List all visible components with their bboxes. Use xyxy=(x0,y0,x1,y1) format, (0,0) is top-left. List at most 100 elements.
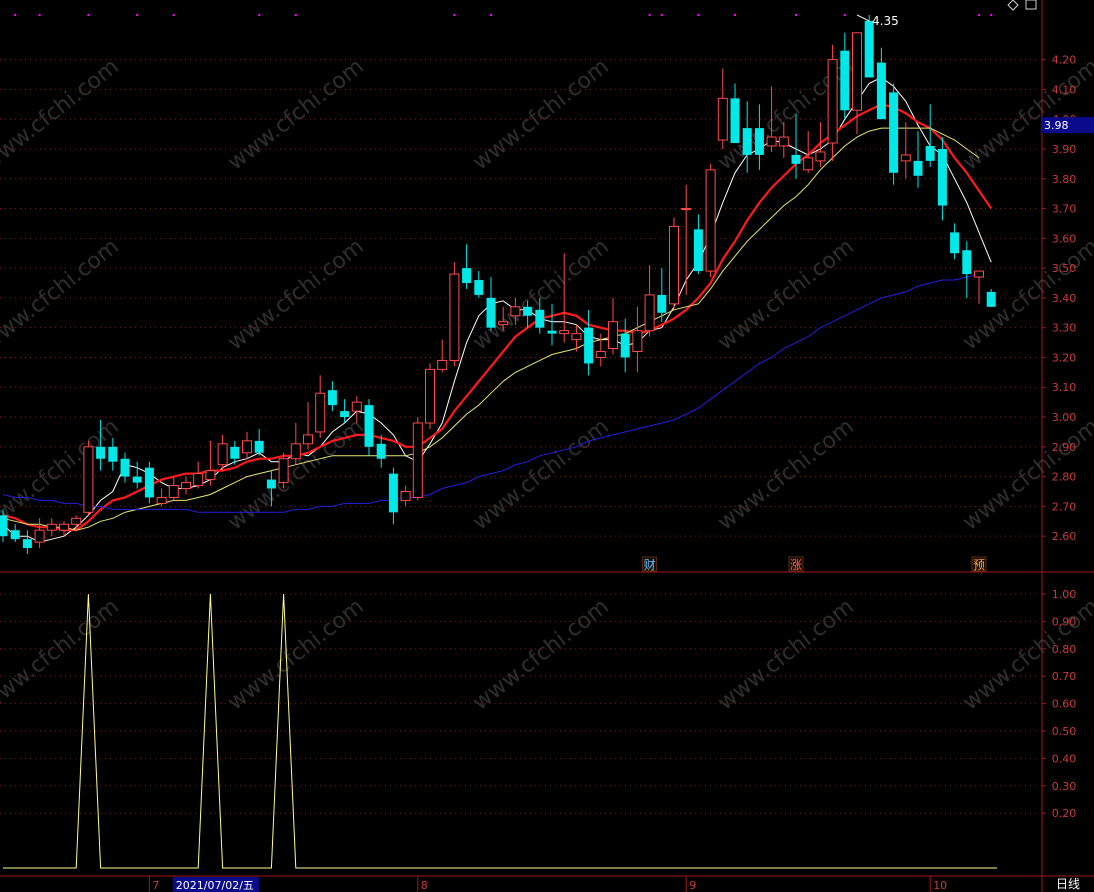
candle[interactable] xyxy=(303,402,313,450)
watermark-text: www.cfchi.com xyxy=(713,234,858,355)
candle-body xyxy=(242,440,252,454)
candle-body xyxy=(632,330,643,353)
top-marker-dot xyxy=(795,14,797,16)
candle[interactable] xyxy=(925,104,935,167)
candle-body xyxy=(168,485,179,498)
watermark-text: www.cfchi.com xyxy=(713,414,858,535)
candle-body xyxy=(681,208,692,211)
candle[interactable] xyxy=(156,488,167,507)
candle[interactable] xyxy=(644,265,655,337)
candle[interactable] xyxy=(974,270,984,304)
top-marker-dot xyxy=(258,14,261,16)
candle[interactable] xyxy=(717,68,728,149)
lock-icon[interactable] xyxy=(1025,0,1037,10)
candle[interactable] xyxy=(205,440,216,486)
candle[interactable] xyxy=(486,277,496,331)
candle-body xyxy=(669,225,679,305)
candle[interactable] xyxy=(754,104,764,170)
candle-body xyxy=(46,523,57,531)
candle[interactable] xyxy=(693,214,703,275)
candle[interactable] xyxy=(22,530,32,555)
candle-body xyxy=(889,92,899,173)
candle[interactable] xyxy=(376,434,386,468)
event-marker-label[interactable]: 预 xyxy=(973,558,985,572)
candle-body xyxy=(156,496,167,504)
candle[interactable] xyxy=(840,32,850,120)
candle[interactable] xyxy=(10,524,20,543)
candle-body xyxy=(120,458,130,477)
candle[interactable] xyxy=(815,122,826,167)
stock-chart[interactable]: www.cfchi.com www.cfchi.com www.cfchi.com w… xyxy=(0,0,1094,892)
candle[interactable] xyxy=(620,318,630,373)
candle[interactable] xyxy=(315,375,326,438)
candle[interactable] xyxy=(986,288,996,307)
candle[interactable] xyxy=(46,518,57,537)
candle-body xyxy=(59,523,69,531)
candle-body xyxy=(10,530,20,540)
candle[interactable] xyxy=(681,184,692,295)
candle[interactable] xyxy=(290,422,301,465)
candle-body xyxy=(376,443,386,459)
candle-body xyxy=(144,467,154,498)
event-marker-label[interactable]: 涨 xyxy=(790,557,802,572)
period-label[interactable]: 日线 xyxy=(1056,877,1080,891)
cursor-date-label[interactable]: 2021/07/02/五 xyxy=(176,879,254,892)
candle-body xyxy=(510,306,521,317)
candle[interactable] xyxy=(400,485,411,507)
candle[interactable] xyxy=(254,428,264,456)
candle[interactable] xyxy=(608,297,618,355)
y-tick-label: 3.30 xyxy=(1052,322,1077,335)
candle[interactable] xyxy=(657,268,667,322)
candle[interactable] xyxy=(144,461,154,504)
candle[interactable] xyxy=(669,217,679,310)
candle-body xyxy=(230,446,240,459)
candle[interactable] xyxy=(584,309,594,376)
top-marker-dot xyxy=(697,14,700,16)
candle[interactable] xyxy=(412,417,423,501)
candle[interactable] xyxy=(83,440,94,516)
candle[interactable] xyxy=(181,476,191,495)
watermark-text: www.cfchi.com xyxy=(0,414,124,535)
candle[interactable] xyxy=(730,83,740,144)
candle[interactable] xyxy=(462,244,472,289)
candle-body xyxy=(778,136,789,147)
candle[interactable] xyxy=(876,47,886,120)
candle[interactable] xyxy=(449,262,460,367)
candle[interactable] xyxy=(425,363,435,429)
candle[interactable] xyxy=(388,467,398,525)
y-tick-label: 3.60 xyxy=(1052,232,1077,245)
candle[interactable] xyxy=(632,306,643,373)
watermark-text: www.cfchi.com xyxy=(223,234,368,355)
diamond-icon[interactable] xyxy=(1007,0,1019,11)
watermark-text: www.cfchi.com xyxy=(223,594,368,715)
candle-body xyxy=(315,392,326,433)
candle[interactable] xyxy=(193,461,204,489)
candle[interactable] xyxy=(547,303,557,346)
candle[interactable] xyxy=(900,122,911,179)
candle[interactable] xyxy=(327,381,337,412)
candle[interactable] xyxy=(889,83,899,185)
candlesticks[interactable] xyxy=(0,14,996,555)
candle[interactable] xyxy=(962,241,972,298)
watermark-text: www.cfchi.com xyxy=(468,594,613,715)
candle[interactable] xyxy=(132,461,142,489)
candle-body xyxy=(96,446,106,459)
candle-body xyxy=(303,434,313,445)
event-marker-label[interactable]: 财 xyxy=(644,558,656,572)
candle-body xyxy=(705,169,716,272)
candle[interactable] xyxy=(120,452,130,483)
candle[interactable] xyxy=(913,131,923,188)
candle[interactable] xyxy=(34,518,45,549)
candle[interactable] xyxy=(705,163,716,278)
top-right-controls[interactable] xyxy=(1007,0,1037,11)
candle[interactable] xyxy=(937,137,947,221)
candle[interactable] xyxy=(437,339,448,373)
candle-body xyxy=(815,151,826,162)
candle[interactable] xyxy=(242,431,252,459)
candle[interactable] xyxy=(827,44,838,161)
candle[interactable] xyxy=(950,223,960,260)
candle-body xyxy=(351,401,362,412)
candle[interactable] xyxy=(168,476,179,501)
candle[interactable] xyxy=(217,434,228,471)
candle[interactable] xyxy=(474,271,484,298)
